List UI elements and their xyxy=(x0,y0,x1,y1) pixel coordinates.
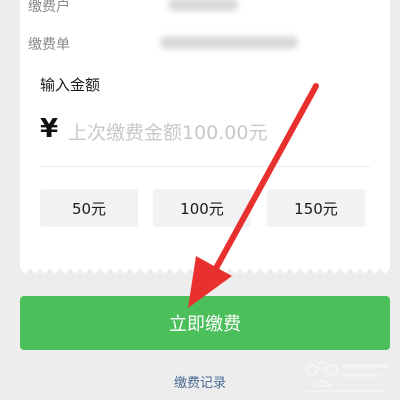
amount-section-title: 输入金额 xyxy=(40,76,101,94)
pay-now-button[interactable]: 立即缴费 xyxy=(20,296,390,350)
payment-page: 缴费户 缴费单 输入金额 ¥ 50元 100元 150元 立即缴费 缴费记录 xyxy=(0,0,400,400)
amount-input[interactable] xyxy=(68,118,358,148)
payer-label: 缴费户 xyxy=(28,0,70,15)
amount-row: ¥ xyxy=(40,112,370,156)
yuan-icon: ¥ xyxy=(40,114,59,144)
bill-value-blurred xyxy=(160,36,298,49)
watermark-logo-icon xyxy=(304,361,388,393)
quick-amount-100-button[interactable]: 100元 xyxy=(153,189,251,227)
amount-divider xyxy=(40,166,370,167)
bill-row: 缴费单 xyxy=(28,34,70,54)
receipt-zigzag-edge xyxy=(20,264,390,274)
quick-amount-150-button[interactable]: 150元 xyxy=(267,189,365,227)
payer-row: 缴费户 xyxy=(28,0,70,16)
payer-value-blurred xyxy=(168,0,238,11)
bill-label: 缴费单 xyxy=(28,37,70,53)
quick-amount-50-button[interactable]: 50元 xyxy=(40,189,138,227)
